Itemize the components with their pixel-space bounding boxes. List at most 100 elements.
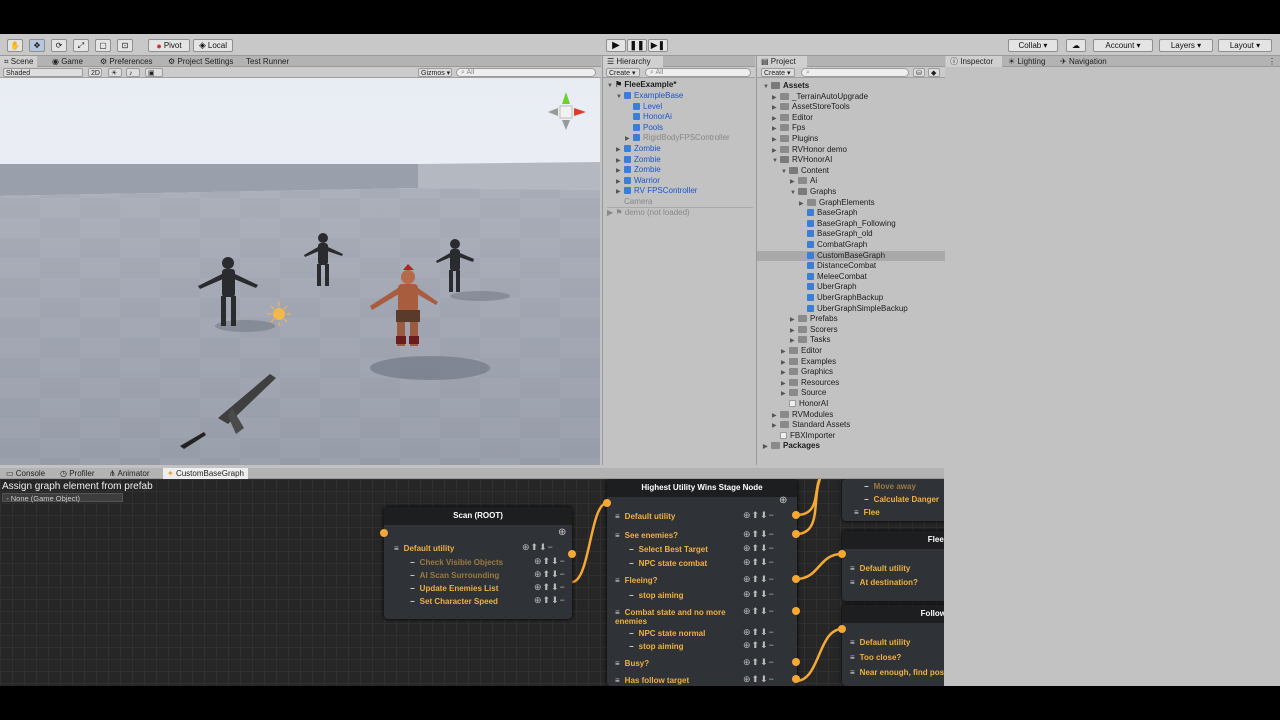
project-item[interactable]: ▶ Plugins xyxy=(757,134,945,145)
hu-row-controls[interactable]: ⊕⬆⬇− xyxy=(743,510,775,521)
project-item[interactable]: ▶ Examples xyxy=(757,357,945,368)
hierarchy-scene-row[interactable]: ▼ ⚑ FleeExample* xyxy=(607,80,753,91)
highest-utility-node[interactable]: Highest Utility Wins Stage Node ⊕ ≡ Defau… xyxy=(607,479,800,686)
hu-output-port[interactable] xyxy=(792,530,800,538)
hu-output-port[interactable] xyxy=(792,658,800,666)
filter-label-icon[interactable]: ◆ xyxy=(928,68,940,77)
project-item[interactable]: ▶ Editor xyxy=(757,113,945,124)
project-item[interactable]: MeleeCombat xyxy=(757,272,945,283)
tab-navigation[interactable]: ✈ Navigation xyxy=(1056,56,1111,67)
project-item[interactable]: FBXImporter xyxy=(757,431,945,442)
tab-project[interactable]: ▤ Project xyxy=(757,56,807,67)
hu-output-port[interactable] xyxy=(792,607,800,615)
hu-add-icon[interactable]: ⊕ xyxy=(779,495,787,506)
project-item[interactable]: CustomBaseGraph xyxy=(757,250,945,262)
hierarchy-demo-scene[interactable]: ▶ ⚑ demo (not loaded) xyxy=(607,207,753,218)
project-item[interactable]: ▶ AssetStoreTools xyxy=(757,102,945,113)
move-tool-icon[interactable]: ✥ xyxy=(29,39,45,52)
filter-type-icon[interactable]: ⛁ xyxy=(913,68,925,77)
project-item[interactable]: BaseGraph_Following xyxy=(757,219,945,230)
rotate-tool-icon[interactable]: ⟳ xyxy=(51,39,67,52)
scan-root-node[interactable]: Scan (ROOT) ⊕ ≡ Default utility − Check Vis… xyxy=(380,507,572,619)
scan-add-icon[interactable]: ⊕ xyxy=(558,527,566,538)
hierarchy-item[interactable]: ▶ RV FPSController xyxy=(616,186,756,197)
project-item[interactable]: UberGraphBackup xyxy=(757,293,945,304)
panel-menu-icon[interactable]: ⋮ xyxy=(1264,56,1280,67)
scene-search-input[interactable]: ⌕ All xyxy=(456,68,596,77)
fleeing-input-port[interactable] xyxy=(838,550,846,558)
project-item[interactable]: ▶ Prefabs xyxy=(757,314,945,325)
hierarchy-item[interactable]: ▶ Warrior xyxy=(616,176,756,187)
tab-profiler[interactable]: ◷ Profiler xyxy=(56,468,99,479)
scan-output-port[interactable] xyxy=(568,550,576,558)
project-item[interactable]: ▶ Ai xyxy=(757,176,945,187)
hierarchy-item[interactable]: Pools xyxy=(625,123,765,134)
hu-output-port[interactable] xyxy=(792,675,800,683)
project-item[interactable]: ▶ RVHonor demo xyxy=(757,145,945,156)
expand-arrow-icon[interactable]: ▶ xyxy=(763,442,771,453)
scan-row-controls[interactable]: ⊕⬆⬇− xyxy=(534,582,566,593)
hierarchy-item[interactable]: ▶ RigidBodyFPSController xyxy=(625,133,765,144)
pause-button[interactable]: ❚❚ xyxy=(627,39,647,52)
hu-row-controls[interactable]: ⊕⬆⬇− xyxy=(743,574,775,585)
tab-game[interactable]: ◉ Game xyxy=(48,56,87,67)
project-item[interactable]: ▼ Graphs xyxy=(757,187,945,198)
layout-dropdown[interactable]: Layout ▾ xyxy=(1218,39,1272,52)
scale-tool-icon[interactable]: ⤢ xyxy=(73,39,89,52)
hu-output-port[interactable] xyxy=(792,511,800,519)
tab-scene[interactable]: ⌗ Scene xyxy=(0,56,38,67)
graph-editor[interactable]: Assign graph element from prefab ◦ None … xyxy=(0,479,944,686)
project-item[interactable]: UberGraph xyxy=(757,282,945,293)
audio-toggle-icon[interactable]: ♪ xyxy=(126,68,140,77)
rect-tool-icon[interactable]: ▢ xyxy=(95,39,111,52)
project-item[interactable]: DistanceCombat xyxy=(757,261,945,272)
project-item[interactable]: ▼ Content xyxy=(757,166,945,177)
project-item[interactable]: BaseGraph_old xyxy=(757,229,945,240)
account-dropdown[interactable]: Account ▾ xyxy=(1093,39,1153,52)
hu-row-controls[interactable]: ⊕⬆⬇− xyxy=(743,606,775,617)
project-item[interactable]: UberGraphSimpleBackup xyxy=(757,304,945,315)
project-search-input[interactable]: ⌕ xyxy=(801,68,909,77)
tab-hierarchy[interactable]: ☰ Hierarchy xyxy=(603,56,663,67)
hierarchy-item[interactable]: ▶ Zombie xyxy=(616,144,756,155)
tab-custombasegraph[interactable]: ✦ CustomBaseGraph xyxy=(163,468,248,479)
tab-animator[interactable]: ⋔ Animator xyxy=(105,468,154,479)
hierarchy-item[interactable]: ▼ ExampleBase xyxy=(616,91,756,102)
lighting-toggle-icon[interactable]: ☀ xyxy=(108,68,122,77)
hu-output-port[interactable] xyxy=(792,575,800,583)
tab-console[interactable]: ▭ Console xyxy=(2,468,49,479)
shading-dropdown[interactable]: Shaded xyxy=(3,68,83,77)
project-item[interactable]: ▶ RVModules xyxy=(757,410,945,421)
project-item[interactable]: ▶ Fps xyxy=(757,123,945,134)
project-item[interactable]: BaseGraph xyxy=(757,208,945,219)
hierarchy-create-dropdown[interactable]: Create ▾ xyxy=(606,68,640,77)
hu-row-controls[interactable]: ⊕⬆⬇− xyxy=(743,557,775,568)
pivot-toggle[interactable]: ● Pivot xyxy=(148,39,190,52)
follow-input-port[interactable] xyxy=(838,625,846,633)
hierarchy-item[interactable]: Level xyxy=(625,102,765,113)
tab-preferences[interactable]: ⚙ Preferences xyxy=(96,56,157,67)
project-item[interactable]: ▶ Standard Assets xyxy=(757,420,945,431)
hu-row-controls[interactable]: ⊕⬆⬇− xyxy=(743,589,775,600)
hu-row-controls[interactable]: ⊕⬆⬇− xyxy=(743,529,775,540)
scene-viewport[interactable] xyxy=(0,78,600,465)
project-create-dropdown[interactable]: Create ▾ xyxy=(761,68,795,77)
hierarchy-search-input[interactable]: ⌕ All xyxy=(645,68,751,77)
project-item[interactable]: ▶ Source xyxy=(757,388,945,399)
scan-row-controls[interactable]: ⊕⬆⬇− xyxy=(534,556,566,567)
fleeing-node[interactable]: Fleei ≡ Default utility ≡ At destination? xyxy=(842,531,944,601)
hierarchy-item[interactable]: ▶ Zombie xyxy=(616,155,756,166)
collab-button[interactable]: Collab ▾ xyxy=(1008,39,1058,52)
hu-row-controls[interactable]: ⊕⬆⬇− xyxy=(743,657,775,668)
hu-row-controls[interactable]: ⊕⬆⬇− xyxy=(743,543,775,554)
expand-arrow-icon[interactable]: ▼ xyxy=(616,92,624,103)
project-item[interactable]: ▶ Resources xyxy=(757,378,945,389)
hierarchy-item[interactable]: ▶ Zombie xyxy=(616,165,756,176)
play-button[interactable]: ▶ xyxy=(606,39,626,52)
2d-toggle[interactable]: 2D xyxy=(88,68,102,77)
hierarchy-item[interactable]: HonorAi xyxy=(625,112,765,123)
project-item[interactable]: ▶ Editor xyxy=(757,346,945,357)
layers-dropdown[interactable]: Layers ▾ xyxy=(1159,39,1213,52)
project-item[interactable]: ▶ Packages xyxy=(757,441,945,452)
project-item[interactable]: HonorAI xyxy=(757,399,945,410)
